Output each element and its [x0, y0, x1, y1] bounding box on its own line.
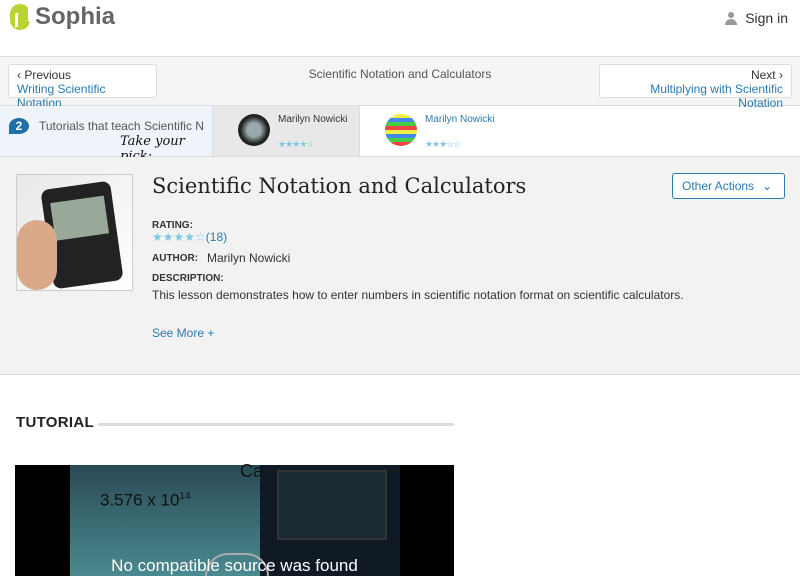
video-calculator-screen	[277, 470, 387, 540]
tutorial-option[interactable]: Marilyn Nowicki ★★★★☆	[212, 106, 359, 156]
chevron-right-icon: ›	[775, 68, 783, 82]
lesson-nav: ‹ Previous Writing Scientific Notation Sc…	[0, 57, 800, 110]
tutorial-option[interactable]: Marilyn Nowicki ★★★☆☆	[359, 106, 506, 156]
see-more-link[interactable]: See More +	[152, 326, 214, 340]
video-player[interactable]: Ca 3.576 x 1014 No compatible source was…	[15, 461, 454, 576]
star-rating: ★★★★☆	[278, 139, 314, 149]
tutorial-thumbnail	[238, 114, 270, 146]
section-heading: TUTORIAL	[16, 414, 94, 431]
tutorials-count: 2 Tutorials that teach Scientific Notati…	[0, 106, 212, 164]
tutorial-picker: 2 Tutorials that teach Scientific Notati…	[0, 105, 800, 164]
lesson-thumbnail	[16, 174, 133, 291]
other-actions-button[interactable]: Other Actions ⌄	[672, 173, 785, 199]
star-rating: ★★★☆☆	[425, 139, 461, 149]
video-partial-text: Ca	[240, 461, 264, 481]
video-formula: 3.576 x 1014	[100, 490, 191, 510]
lesson-title: Scientific Notation and Calculators	[152, 174, 527, 198]
site-header: Sophia Sign in	[0, 0, 800, 57]
tutorial-thumbnail	[385, 114, 417, 146]
author-name: Marilyn Nowicki	[207, 251, 291, 265]
chevron-down-icon: ⌄	[762, 179, 773, 193]
video-error: No compatible source was found	[111, 556, 358, 575]
rating-stars: ★★★★☆(18)	[152, 230, 228, 244]
sign-in-link[interactable]: Sign in	[725, 10, 788, 26]
logo-icon	[10, 4, 30, 30]
next-button[interactable]: Next › Multiplying with Scientific Notati…	[599, 64, 792, 110]
divider	[98, 423, 454, 426]
description: This lesson demonstrates how to enter nu…	[152, 288, 684, 302]
sophia-logo[interactable]: Sophia	[10, 3, 115, 31]
lesson-info: Scientific Notation and Calculators Othe…	[0, 157, 800, 375]
user-icon	[725, 11, 738, 25]
